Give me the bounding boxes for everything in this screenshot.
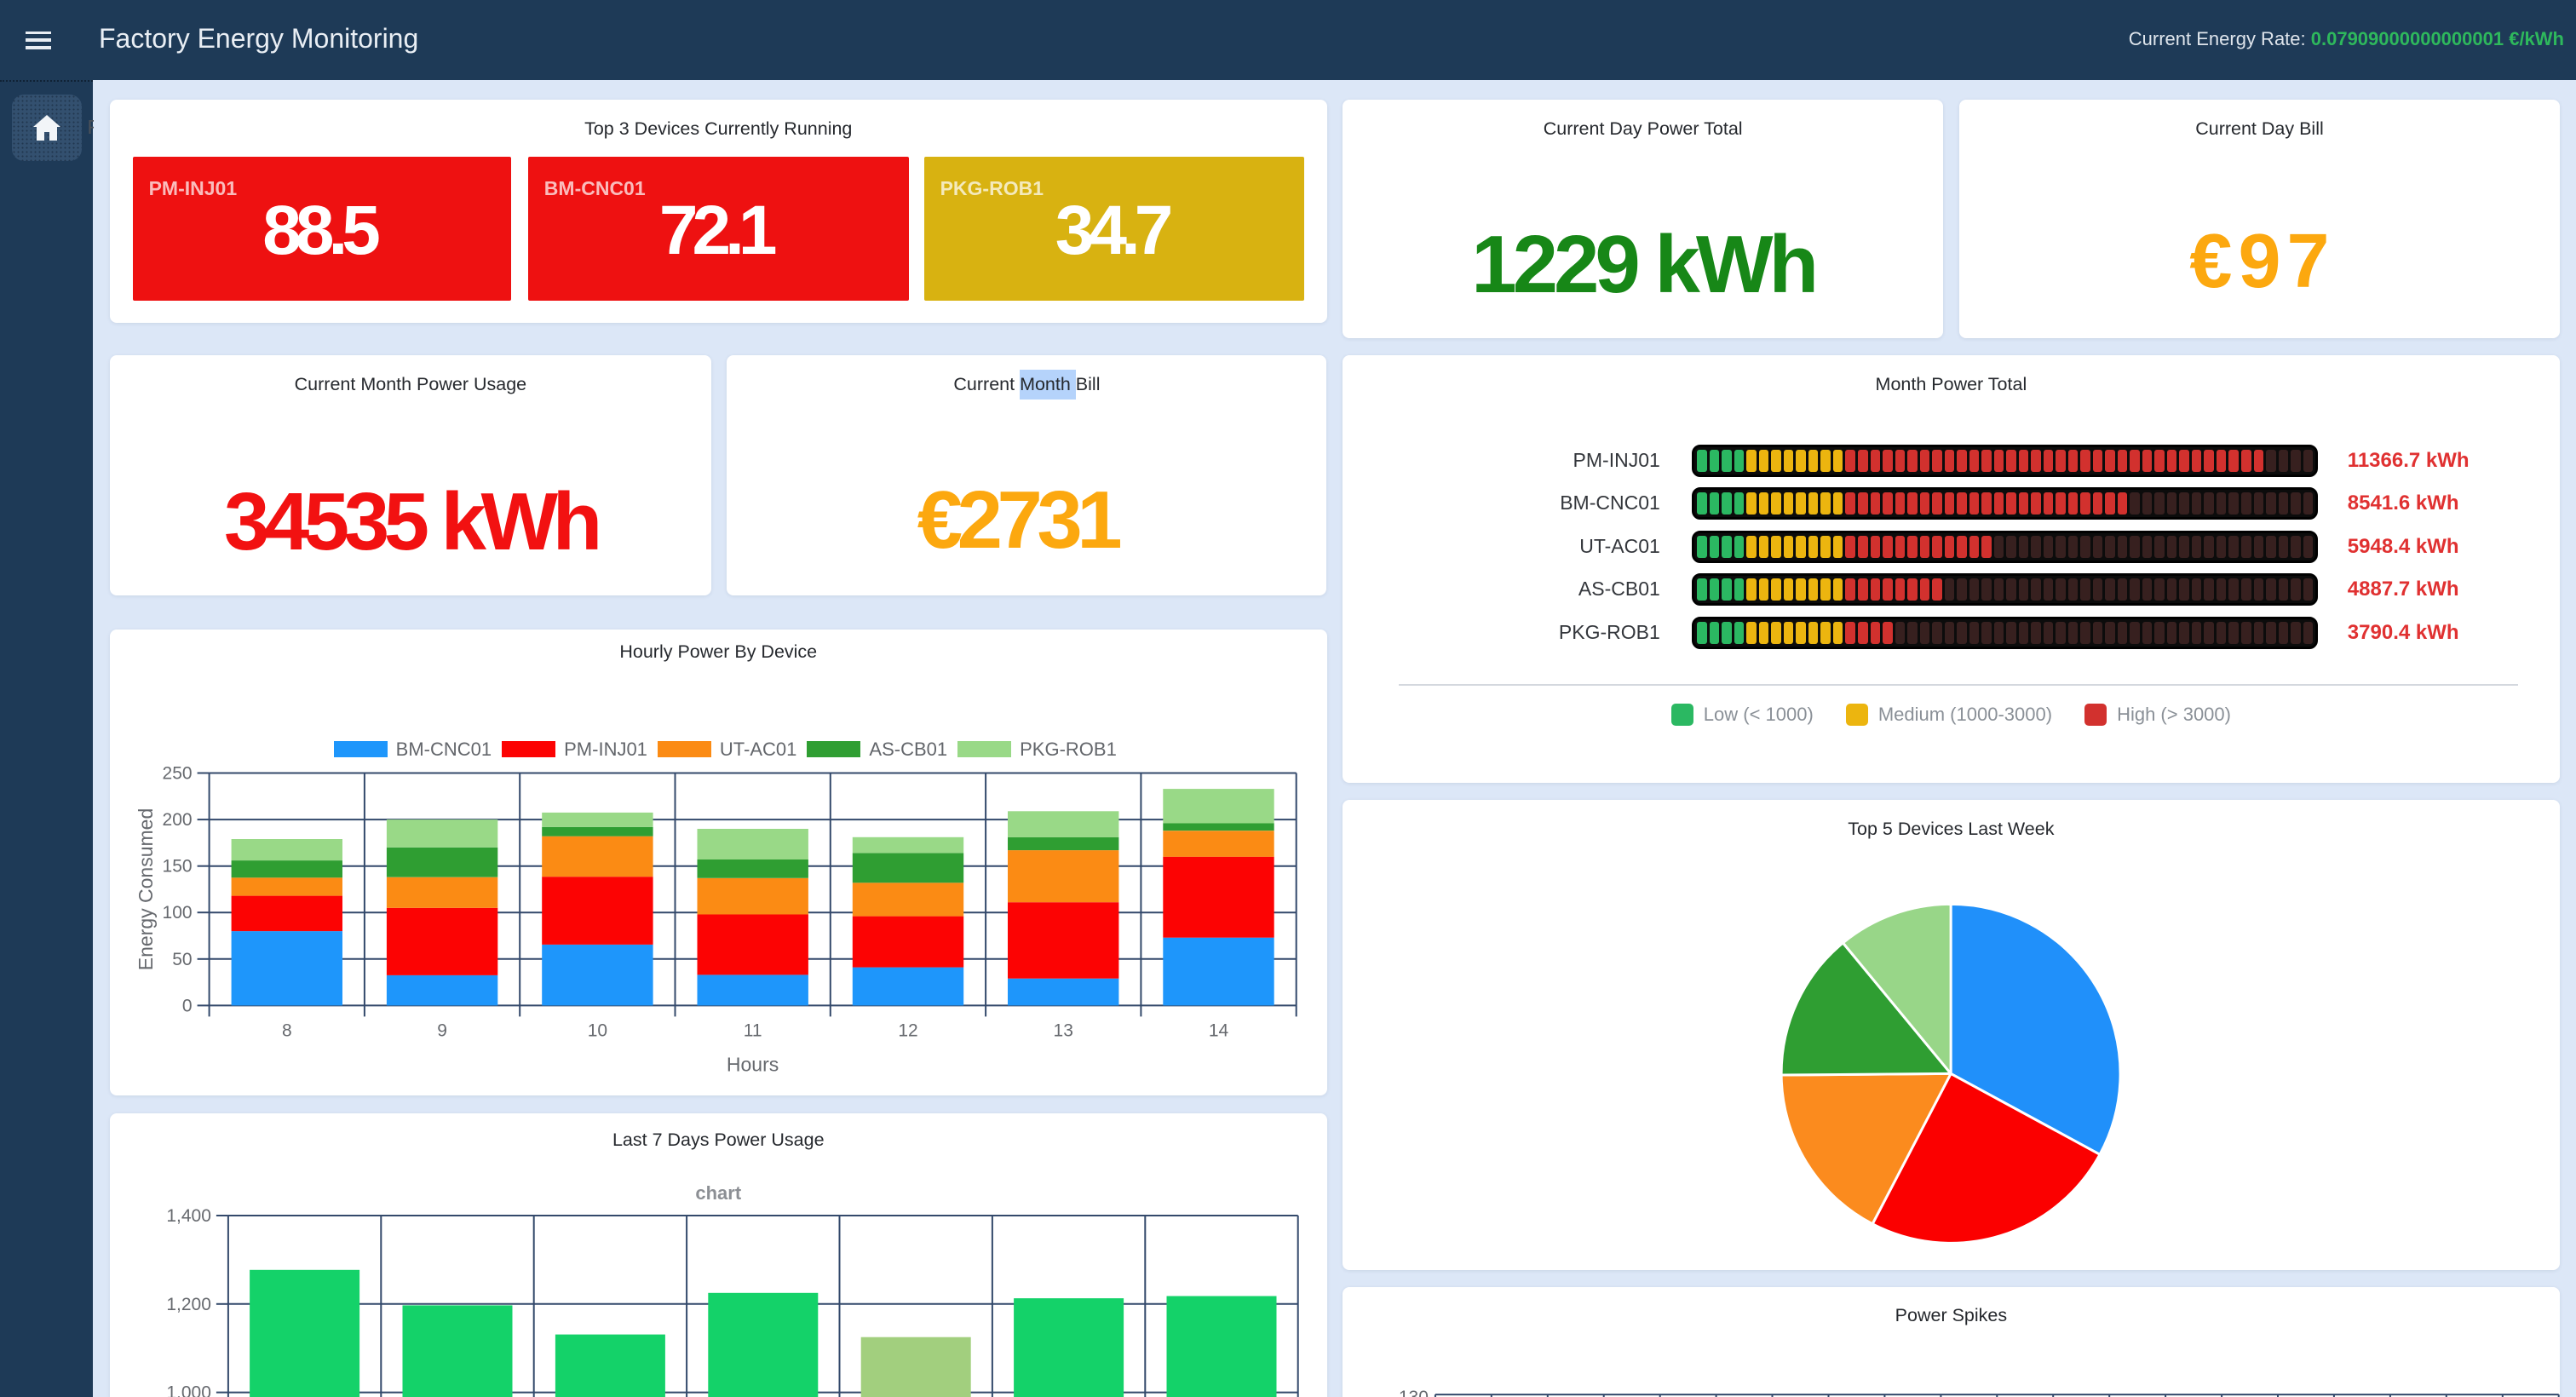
- svg-text:250: 250: [163, 763, 193, 783]
- svg-text:9: 9: [437, 1020, 447, 1040]
- svg-text:Hours: Hours: [727, 1053, 779, 1075]
- svg-text:100: 100: [163, 903, 193, 923]
- svg-text:150: 150: [163, 856, 193, 876]
- svg-text:13: 13: [1054, 1020, 1073, 1040]
- svg-text:Energy Consumed: Energy Consumed: [135, 808, 157, 970]
- svg-text:1,000: 1,000: [166, 1383, 211, 1397]
- svg-text:12: 12: [898, 1020, 917, 1040]
- svg-text:10: 10: [588, 1020, 607, 1040]
- svg-text:200: 200: [163, 810, 193, 830]
- svg-text:14: 14: [1209, 1020, 1229, 1040]
- svg-text:1,200: 1,200: [166, 1294, 211, 1314]
- svg-text:0: 0: [182, 996, 193, 1015]
- svg-text:1,400: 1,400: [166, 1206, 211, 1226]
- svg-text:130: 130: [1399, 1388, 1429, 1397]
- svg-text:11: 11: [744, 1020, 762, 1040]
- svg-text:50: 50: [172, 949, 192, 969]
- svg-text:8: 8: [282, 1020, 292, 1040]
